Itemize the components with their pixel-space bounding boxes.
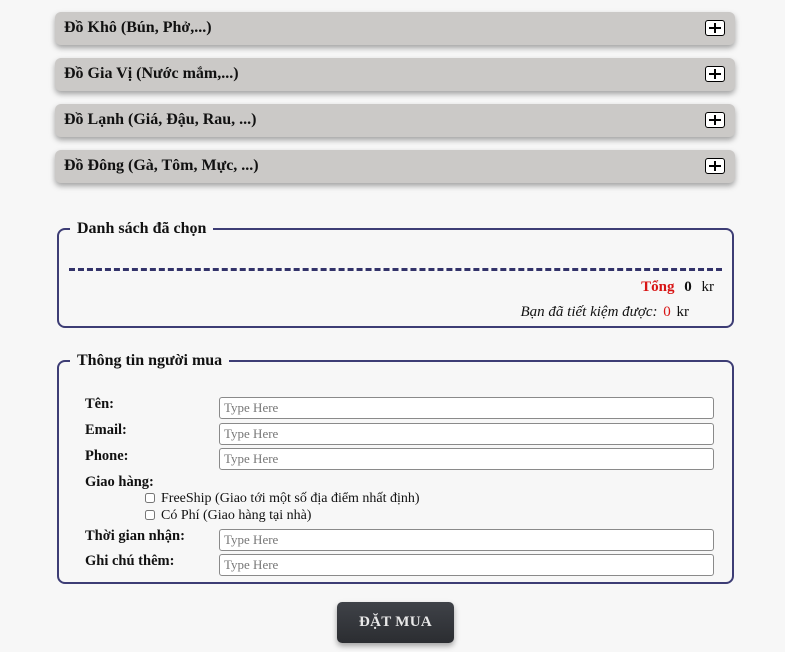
saving-label: Bạn đã tiết kiệm được: bbox=[520, 304, 658, 320]
delivery-label: Giao hàng: bbox=[85, 474, 154, 490]
paid-delivery-checkbox[interactable] bbox=[145, 510, 155, 520]
selected-list-title: Danh sách đã chọn bbox=[77, 220, 207, 237]
divider bbox=[69, 268, 722, 271]
paid-delivery-option[interactable]: Có Phí (Giao hàng tại nhà) bbox=[145, 508, 311, 524]
phone-field[interactable] bbox=[219, 448, 714, 470]
phone-label: Phone: bbox=[85, 448, 129, 464]
category-label: Đồ Lạnh (Giá, Đậu, Rau, ...) bbox=[64, 111, 257, 128]
receive-time-field[interactable] bbox=[219, 529, 714, 551]
category-chilled[interactable]: Đồ Lạnh (Giá, Đậu, Rau, ...) bbox=[55, 104, 735, 137]
selected-list-panel: Danh sách đã chọn Tổng 0 kr Bạn đã tiết … bbox=[57, 220, 734, 328]
name-label: Tên: bbox=[85, 396, 114, 412]
total-label: Tổng bbox=[641, 279, 675, 295]
freeship-checkbox[interactable] bbox=[145, 493, 155, 503]
total-unit: kr bbox=[701, 279, 715, 295]
category-frozen[interactable]: Đồ Đông (Gà, Tôm, Mực, ...) bbox=[55, 150, 735, 183]
category-label: Đồ Khô (Bún, Phở,...) bbox=[64, 19, 212, 36]
category-label: Đồ Gia Vị (Nước mắm,...) bbox=[64, 65, 239, 82]
paid-delivery-option-label: Có Phí (Giao hàng tại nhà) bbox=[161, 508, 312, 523]
expand-plus-icon[interactable] bbox=[705, 158, 725, 174]
total-value: 0 bbox=[684, 279, 692, 295]
total-row: Tổng 0 kr bbox=[641, 279, 714, 296]
name-field[interactable] bbox=[219, 397, 714, 419]
receive-time-label: Thời gian nhận: bbox=[85, 528, 185, 544]
category-label: Đồ Đông (Gà, Tôm, Mực, ...) bbox=[64, 157, 259, 174]
saving-value: 0 bbox=[663, 304, 671, 320]
email-label: Email: bbox=[85, 422, 127, 438]
saving-unit: kr bbox=[676, 304, 690, 320]
order-button[interactable]: ĐẶT MUA bbox=[337, 602, 454, 643]
buyer-info-title: Thông tin người mua bbox=[77, 352, 223, 369]
expand-plus-icon[interactable] bbox=[705, 20, 725, 36]
note-field[interactable] bbox=[219, 554, 714, 576]
email-field[interactable] bbox=[219, 423, 714, 445]
note-label: Ghi chú thêm: bbox=[85, 553, 175, 569]
category-dry-goods[interactable]: Đồ Khô (Bún, Phở,...) bbox=[55, 12, 735, 45]
freeship-option-label: FreeShip (Giao tới một số địa điểm nhất … bbox=[161, 491, 420, 506]
category-spices[interactable]: Đồ Gia Vị (Nước mắm,...) bbox=[55, 58, 735, 91]
saving-row: Bạn đã tiết kiệm được: 0 kr bbox=[521, 304, 689, 321]
freeship-option[interactable]: FreeShip (Giao tới một số địa điểm nhất … bbox=[145, 491, 420, 507]
expand-plus-icon[interactable] bbox=[705, 66, 725, 82]
buyer-info-panel: Thông tin người mua Tên: Email: Phone: G… bbox=[57, 352, 734, 584]
expand-plus-icon[interactable] bbox=[705, 112, 725, 128]
